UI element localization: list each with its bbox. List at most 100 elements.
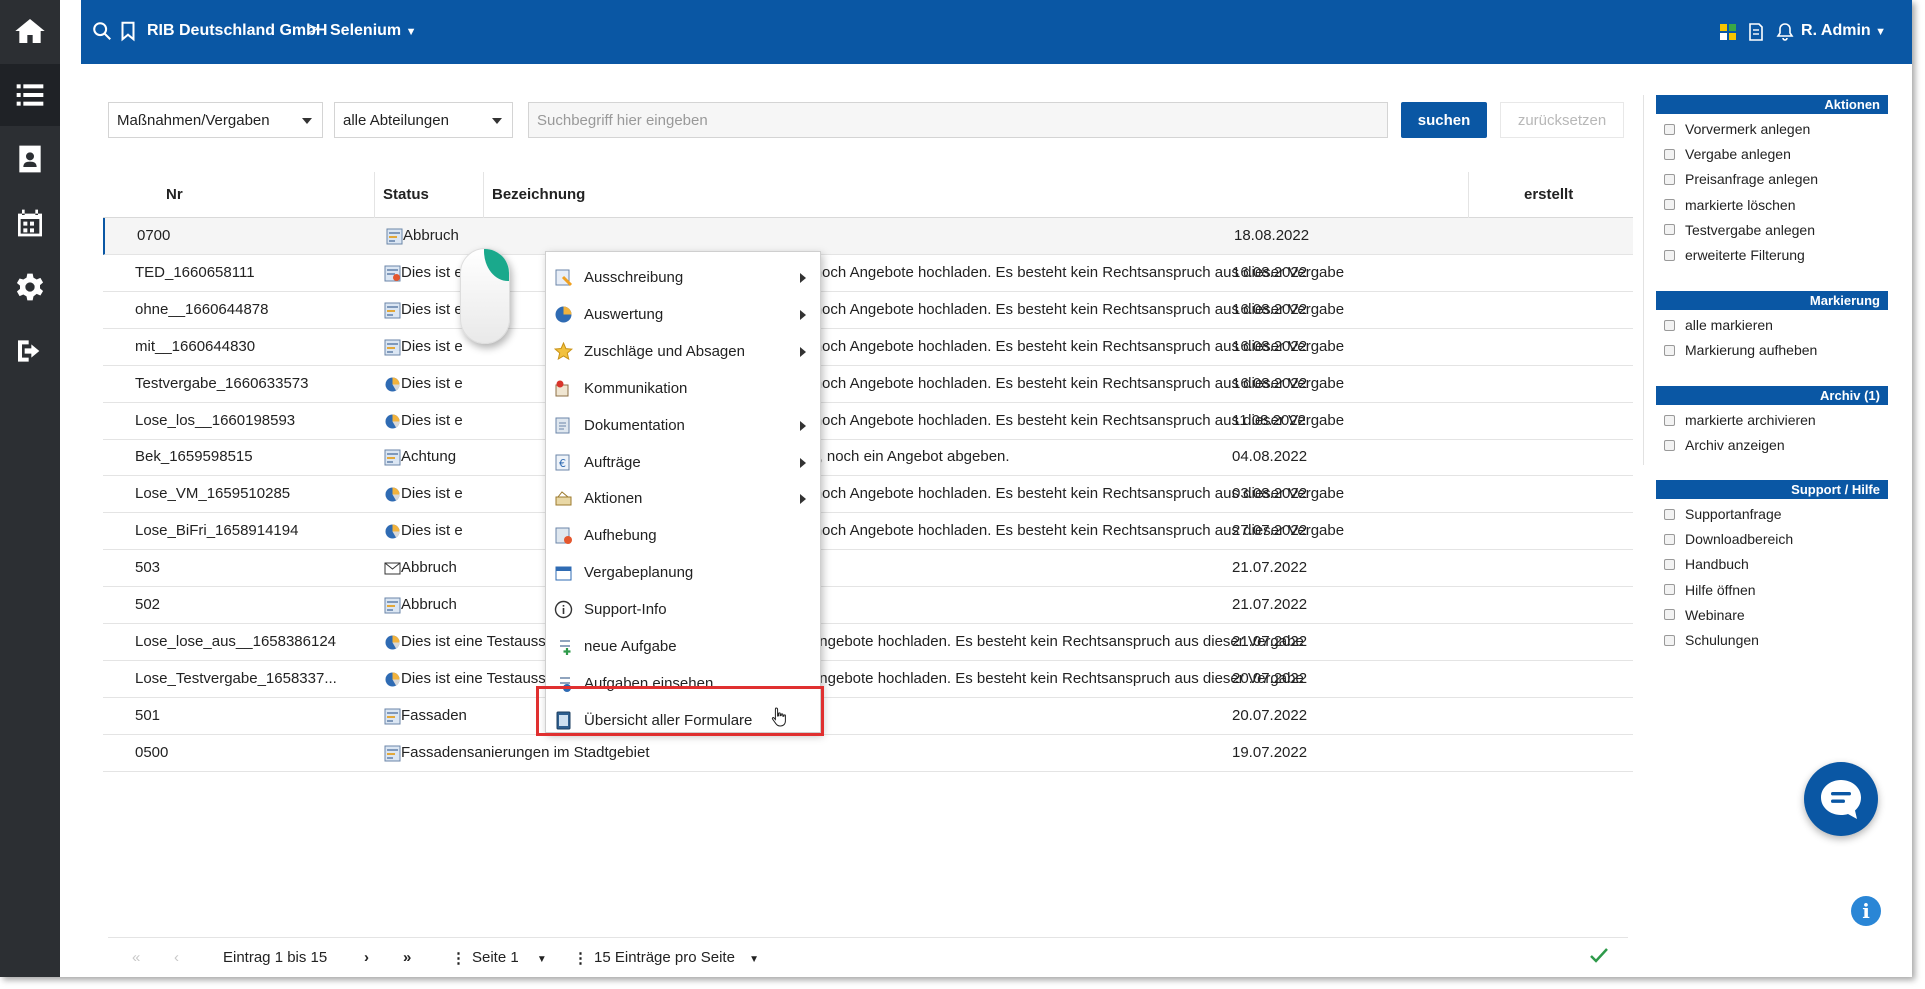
table-row[interactable]: Lose_VM_1659510285 Dies ist e erben, noch … <box>103 476 1633 514</box>
settings-gear-icon[interactable] <box>0 256 60 318</box>
panel-action-label: Handbuch <box>1685 556 1749 573</box>
first-page-icon[interactable]: « <box>132 949 140 966</box>
column-header-status[interactable]: Status <box>383 186 429 203</box>
type-select[interactable]: Maßnahmen/Vergaben <box>108 102 323 138</box>
panel-action-item[interactable]: Hilfe öffnen <box>1664 582 1756 598</box>
hand-cursor-icon <box>771 706 789 732</box>
next-page-icon[interactable]: › <box>364 949 369 966</box>
panel-action-item[interactable]: alle markieren <box>1664 317 1773 333</box>
search-button[interactable]: suchen <box>1401 102 1487 138</box>
panel-action-item[interactable]: Testvergabe anlegen <box>1664 222 1815 238</box>
contacts-icon[interactable] <box>0 128 60 190</box>
table-row[interactable]: 501 Fassaden 20.07.2022 <box>103 698 1633 735</box>
per-page-value: 15 Einträge pro Seite <box>594 949 735 966</box>
table-row[interactable]: ohne__1660644878 Dies ist e erben, noch An… <box>103 292 1633 329</box>
table-row[interactable]: Bek_1659598515 Achtung ewerben, noch ein A… <box>103 439 1633 477</box>
apps-icon[interactable] <box>1718 22 1738 42</box>
form-warning-icon <box>384 265 401 282</box>
calendar-icon <box>554 563 573 582</box>
pie-icon <box>384 413 401 430</box>
menu-item-label: Aktionen <box>584 490 643 508</box>
prev-page-icon[interactable]: ‹ <box>174 949 179 966</box>
table-row[interactable]: Lose_BiFri_1658914194 Dies ist e erben, no… <box>103 513 1633 551</box>
menu-item-neue-aufgabe[interactable]: neue Aufgabe <box>546 628 820 664</box>
info-icon[interactable]: i <box>1851 896 1881 926</box>
per-page-select[interactable]: 15 Einträge pro Seite ▼ <box>594 949 759 966</box>
table-row[interactable]: TED_1660658111 Dies ist e erben, noch Ange… <box>103 255 1633 292</box>
panel-action-item[interactable]: markierte löschen <box>1664 197 1796 213</box>
table-row[interactable]: mit__1660644830 Dies ist e erben, noch Ang… <box>103 329 1633 366</box>
panel-section-header: Support / Hilfe <box>1656 480 1888 499</box>
home-icon[interactable] <box>0 0 60 62</box>
menu-item-aufträge[interactable]: € Aufträge <box>546 444 820 480</box>
menu-item-zuschläge-und-absagen[interactable]: Zuschläge und Absagen <box>546 333 820 369</box>
table-row[interactable]: Lose_Testvergabe_1658337... Dies ist eine… <box>103 661 1633 698</box>
logout-icon[interactable] <box>0 320 60 382</box>
menu-item-auswertung[interactable]: Auswertung <box>546 296 820 332</box>
panel-action-item[interactable]: Archiv anzeigen <box>1664 437 1785 453</box>
table-row[interactable]: Testvergabe_1660633573 Dies ist e erben, n… <box>103 366 1633 403</box>
panel-action-label: Vergabe anlegen <box>1685 146 1791 163</box>
bookmark-icon[interactable] <box>117 20 139 42</box>
panel-action-item[interactable]: Preisanfrage anlegen <box>1664 171 1818 187</box>
panel-action-item[interactable]: Vorvermerk anlegen <box>1664 121 1810 137</box>
chat-button[interactable] <box>1804 762 1878 836</box>
panel-action-label: Webinare <box>1685 606 1745 623</box>
breadcrumb-project[interactable]: Selenium ▼ <box>330 22 416 40</box>
panel-action-item[interactable]: Markierung aufheben <box>1664 342 1817 358</box>
reset-button[interactable]: zurücksetzen <box>1500 102 1624 138</box>
column-header-erstellt[interactable]: erstellt <box>1524 186 1573 203</box>
column-header-nr[interactable]: Nr <box>166 186 183 203</box>
submenu-arrow-icon <box>800 420 806 431</box>
menu-item-label: Zuschläge und Absagen <box>584 342 745 360</box>
column-header-bezeichnung[interactable]: Bezeichnung <box>492 186 585 203</box>
bell-icon[interactable] <box>1775 22 1795 42</box>
panel-action-item[interactable]: Handbuch <box>1664 556 1749 572</box>
menu-item-aktionen[interactable]: Aktionen <box>546 480 820 516</box>
table-row[interactable]: 502 Abbruch 21.07.2022 <box>103 587 1633 624</box>
department-select[interactable]: alle Abteilungen <box>334 102 513 138</box>
panel-action-item[interactable]: Schulungen <box>1664 632 1759 648</box>
panel-action-item[interactable]: erweiterte Filterung <box>1664 247 1805 263</box>
user-menu[interactable]: R. Admin ▼ <box>1801 22 1886 40</box>
table-row[interactable]: Lose_lose_aus__1658386124 Dies ist eine T… <box>103 624 1633 661</box>
menu-item-kommunikation[interactable]: Kommunikation <box>546 370 820 406</box>
actions-icon <box>554 489 573 508</box>
item-bullet-icon <box>1664 249 1675 261</box>
panel-action-item[interactable]: Downloadbereich <box>1664 531 1793 547</box>
menu-item-ausschreibung[interactable]: Ausschreibung <box>546 259 820 295</box>
left-sidebar <box>0 0 60 977</box>
search-icon[interactable] <box>91 20 113 42</box>
menu-item-label: Aufträge <box>584 453 641 471</box>
last-page-icon[interactable]: » <box>403 949 411 966</box>
sidebar-toggle-icon[interactable]: ⋮ <box>66 10 80 27</box>
item-bullet-icon <box>1664 344 1675 356</box>
table-row[interactable]: 503 Abbruch 21.07.2022 <box>103 550 1633 588</box>
cell-bezeichnung: Dies ist e <box>401 337 463 355</box>
table-row[interactable]: 0700 Abbruch 18.08.2022 <box>103 218 1633 255</box>
form-icon <box>386 228 403 245</box>
panel-action-item[interactable]: Supportanfrage <box>1664 506 1782 522</box>
menu-item-support-info[interactable]: Support-Info <box>546 591 820 627</box>
panel-action-item[interactable]: Vergabe anlegen <box>1664 146 1791 162</box>
page-select[interactable]: Seite 1 ▼ <box>472 949 547 966</box>
search-input[interactable]: Suchbegriff hier eingeben <box>528 102 1388 138</box>
menu-item-label: neue Aufgabe <box>584 638 677 655</box>
cell-nr: 503 <box>135 559 161 577</box>
top-bar: RIB Deutschland GmbH > Selenium ▼ R. Adm… <box>81 0 1912 64</box>
cell-erstellt: 03.08.2022 <box>1232 485 1308 503</box>
table-row[interactable]: 0500 Fassadensanierungen im Stadtgebiet 19… <box>103 735 1633 772</box>
menu-item-dokumentation[interactable]: Dokumentation <box>546 407 820 443</box>
info-icon <box>554 600 573 619</box>
panel-action-label: markierte löschen <box>1685 196 1796 213</box>
menu-item-aufhebung[interactable]: Aufhebung <box>546 517 820 553</box>
panel-action-item[interactable]: markierte archivieren <box>1664 412 1816 428</box>
breadcrumb-company[interactable]: RIB Deutschland GmbH <box>147 22 327 40</box>
panel-action-item[interactable]: Webinare <box>1664 607 1745 623</box>
table-row[interactable]: Lose_los__1660198593 Dies ist e erben, noc… <box>103 403 1633 440</box>
submenu-arrow-icon <box>800 494 806 505</box>
menu-item-vergabeplanung[interactable]: Vergabeplanung <box>546 554 820 590</box>
document-icon[interactable] <box>1746 22 1766 42</box>
calendar-icon[interactable] <box>0 192 60 254</box>
list-icon[interactable] <box>0 64 60 126</box>
